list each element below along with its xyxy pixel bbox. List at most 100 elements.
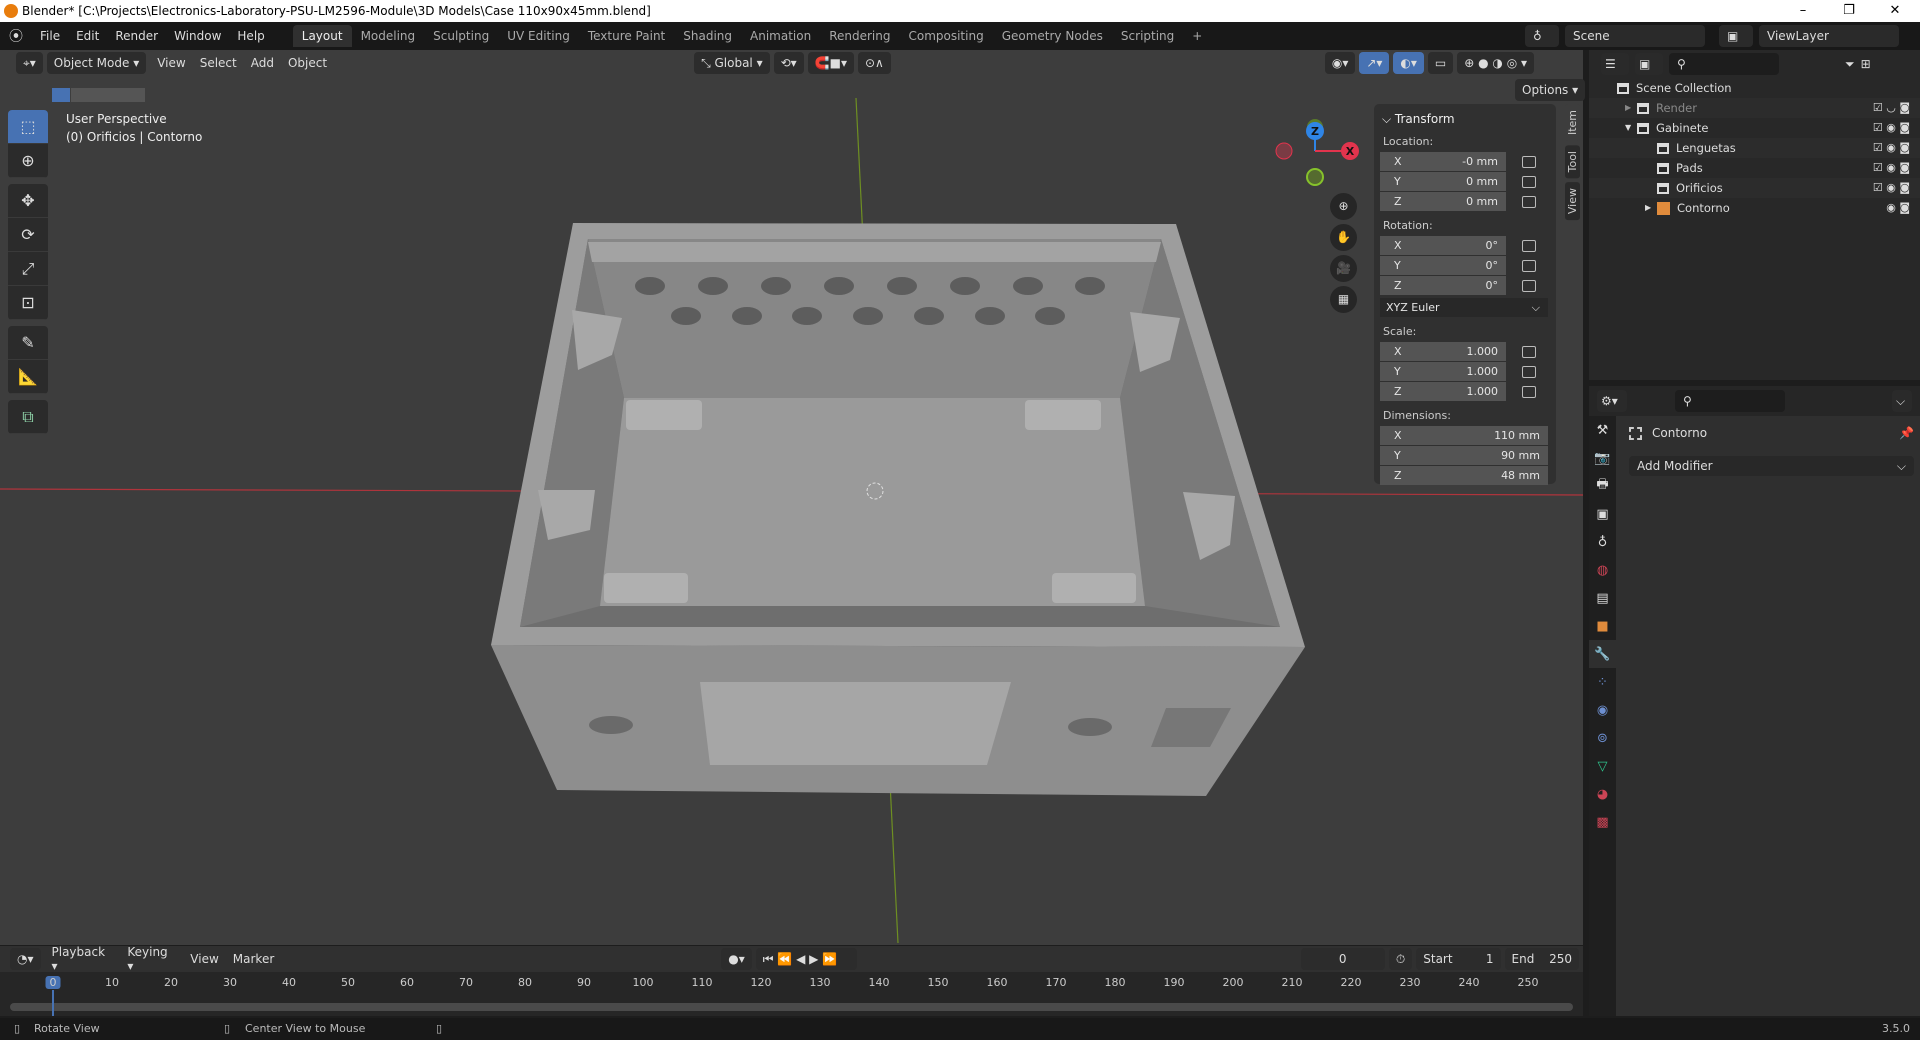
move-tool-icon[interactable]: ✥ xyxy=(8,184,48,218)
xray-icon[interactable]: ▭ xyxy=(1427,52,1454,74)
tab-scripting[interactable]: Scripting xyxy=(1112,25,1183,47)
outliner-search-input[interactable]: ⚲ xyxy=(1669,53,1779,75)
expand-icon[interactable]: ▼ xyxy=(1625,118,1637,138)
gizmo-toggle-icon[interactable]: ↗▾ xyxy=(1359,52,1390,74)
location-y-field[interactable]: Y0 mm xyxy=(1380,172,1506,191)
shading-modes[interactable]: ⊕ ● ◑ ◎ ▾ xyxy=(1457,52,1535,74)
lock-icon[interactable] xyxy=(1522,195,1536,208)
outliner-filter-layer-icon[interactable]: ▣ xyxy=(1635,53,1663,75)
expand-icon[interactable]: ▶ xyxy=(1645,198,1657,218)
properties-options-icon[interactable]: ⌵ xyxy=(1892,390,1912,412)
visibility-toggles[interactable]: ☑ ◉ ◙ xyxy=(1873,178,1910,198)
mode-selector[interactable]: Object Mode ▾ xyxy=(46,52,147,74)
visibility-toggles[interactable]: ☑ ◉ ◙ xyxy=(1873,138,1910,158)
lock-icon[interactable] xyxy=(1522,259,1536,272)
modifier-properties-icon[interactable]: 🔧 xyxy=(1589,640,1616,668)
annotate-tool-icon[interactable]: ✎ xyxy=(8,326,48,360)
visibility-toggles[interactable]: ◉ ◙ xyxy=(1886,198,1910,218)
outliner-item[interactable]: ▼ Gabinete ☑ ◉ ◙ xyxy=(1589,118,1920,138)
view-layer-properties-icon[interactable]: ▣ xyxy=(1589,500,1616,528)
scale-z-field[interactable]: Z 1.000 xyxy=(1380,382,1506,401)
select-box-tool-icon[interactable]: ⬚ xyxy=(8,110,48,144)
tab-view[interactable]: View xyxy=(1565,182,1580,221)
view-layer-selector-icon[interactable]: ▣ xyxy=(1719,25,1753,47)
options-button[interactable]: Options ▾ xyxy=(1515,79,1586,101)
menu-object[interactable]: Object xyxy=(281,56,334,70)
preview-range-icon[interactable]: ⏱ xyxy=(1388,948,1413,970)
navigation-gizmo[interactable]: Z X xyxy=(1270,115,1360,195)
properties-search-input[interactable]: ⚲ xyxy=(1675,390,1785,412)
camera-view-icon[interactable]: 🎥 xyxy=(1330,255,1357,282)
timeline-editor-type-icon[interactable]: ◔▾ xyxy=(10,948,41,970)
dimension-y-field[interactable]: Y 90 mm xyxy=(1380,446,1548,465)
menu-add[interactable]: Add xyxy=(244,56,281,70)
playhead-line[interactable] xyxy=(52,990,54,1016)
visibility-icon[interactable]: ◉▾ xyxy=(1324,52,1356,74)
dimension-z-field[interactable]: Z 48 mm xyxy=(1380,466,1548,485)
scene-name-field[interactable]: Scene xyxy=(1565,25,1705,47)
transform-tool-icon[interactable]: ⊡ xyxy=(8,286,48,320)
dimension-x-field[interactable]: X 110 mm xyxy=(1380,426,1548,445)
scale-x-field[interactable]: X 1.000 xyxy=(1380,342,1506,361)
tab-uv-editing[interactable]: UV Editing xyxy=(498,25,579,47)
tab-layout[interactable]: Layout xyxy=(292,25,352,47)
auto-keying-icon[interactable]: ●▾ xyxy=(721,948,752,970)
pin-icon[interactable]: 📌 xyxy=(1899,426,1914,440)
lock-icon[interactable] xyxy=(1522,345,1536,358)
scale-tool-icon[interactable]: ⤢ xyxy=(8,252,48,286)
snap-icon[interactable]: 🧲■▾ xyxy=(807,52,854,74)
object-properties-icon[interactable]: ■ xyxy=(1589,612,1616,640)
pivot-icon[interactable]: ⟲▾ xyxy=(773,52,804,74)
tab-modeling[interactable]: Modeling xyxy=(352,25,425,47)
lock-icon[interactable] xyxy=(1522,365,1536,378)
physics-properties-icon[interactable]: ◉ xyxy=(1589,696,1616,724)
expand-icon[interactable]: ▶ xyxy=(1625,98,1637,118)
rotation-mode-dropdown[interactable]: XYZ Euler ⌵ xyxy=(1380,298,1548,317)
menu-edit[interactable]: Edit xyxy=(68,29,107,43)
playback-controls[interactable]: ⏮ ⏪ ◀ ▶ ⏩ ⏭ xyxy=(755,948,857,988)
pan-view-icon[interactable]: ✋ xyxy=(1330,224,1357,251)
tab-item[interactable]: Item xyxy=(1565,104,1580,142)
constraints-properties-icon[interactable]: ⊚ xyxy=(1589,724,1616,752)
tab-shading[interactable]: Shading xyxy=(674,25,741,47)
menu-render[interactable]: Render xyxy=(107,29,166,43)
render-properties-icon[interactable]: 📷 xyxy=(1589,444,1616,472)
scene-properties-icon[interactable]: ♁ xyxy=(1589,528,1616,556)
location-z-field[interactable]: Z0 mm xyxy=(1380,192,1506,211)
material-properties-icon[interactable]: ◕ xyxy=(1589,780,1616,808)
scene-selector-icon[interactable]: ♁ xyxy=(1525,25,1559,47)
tab-tool[interactable]: Tool xyxy=(1565,145,1580,179)
menu-keying[interactable]: Keying ▾ xyxy=(120,945,183,973)
view-layer-field[interactable]: ViewLayer xyxy=(1759,25,1899,47)
output-properties-icon[interactable]: 🖶 xyxy=(1589,472,1616,500)
transform-header[interactable]: ⌵ Transform xyxy=(1382,112,1550,127)
lock-icon[interactable] xyxy=(1522,239,1536,252)
lock-icon[interactable] xyxy=(1522,175,1536,188)
tab-texture-paint[interactable]: Texture Paint xyxy=(579,25,674,47)
tab-geometry-nodes[interactable]: Geometry Nodes xyxy=(993,25,1112,47)
lock-icon[interactable] xyxy=(1522,155,1536,168)
timeline-scrollbar[interactable] xyxy=(10,1003,1573,1011)
proportional-edit-icon[interactable]: ⊙∧ xyxy=(858,52,891,74)
tab-sculpting[interactable]: Sculpting xyxy=(424,25,498,47)
add-workspace-button[interactable]: + xyxy=(1183,25,1211,47)
rotate-tool-icon[interactable]: ⟳ xyxy=(8,218,48,252)
menu-file[interactable]: File xyxy=(32,29,68,43)
menu-select[interactable]: Select xyxy=(193,56,244,70)
close-button[interactable]: ✕ xyxy=(1872,0,1918,22)
outliner-item[interactable]: ▶ Contorno ◉ ◙ xyxy=(1589,198,1920,218)
outliner-item[interactable]: Lenguetas ☑ ◉ ◙ xyxy=(1589,138,1920,158)
outliner-item[interactable]: ▶ Render ☑ ◡ ◙ xyxy=(1589,98,1920,118)
frame-ruler[interactable]: 0 10 20 30 40 50 60 70 80 90 100 110 120 130 140 150 160… xyxy=(0,972,1583,1016)
rotation-y-field[interactable]: Y 0° xyxy=(1380,256,1506,275)
ortho-grid-icon[interactable]: ▦ xyxy=(1330,286,1357,313)
rotation-x-field[interactable]: X 0° xyxy=(1380,236,1506,255)
menu-marker[interactable]: Marker xyxy=(226,952,281,966)
location-x-field[interactable]: X -0 mm xyxy=(1380,152,1506,171)
tab-compositing[interactable]: Compositing xyxy=(899,25,992,47)
add-cube-tool-icon[interactable]: ⧉ xyxy=(8,400,48,434)
visibility-toggles[interactable]: ☑ ◉ ◙ xyxy=(1873,158,1910,178)
new-collection-icon[interactable]: ⊞ xyxy=(1861,57,1871,71)
outliner-item[interactable]: Pads ☑ ◉ ◙ xyxy=(1589,158,1920,178)
outliner-item[interactable]: Scene Collection xyxy=(1589,78,1920,98)
